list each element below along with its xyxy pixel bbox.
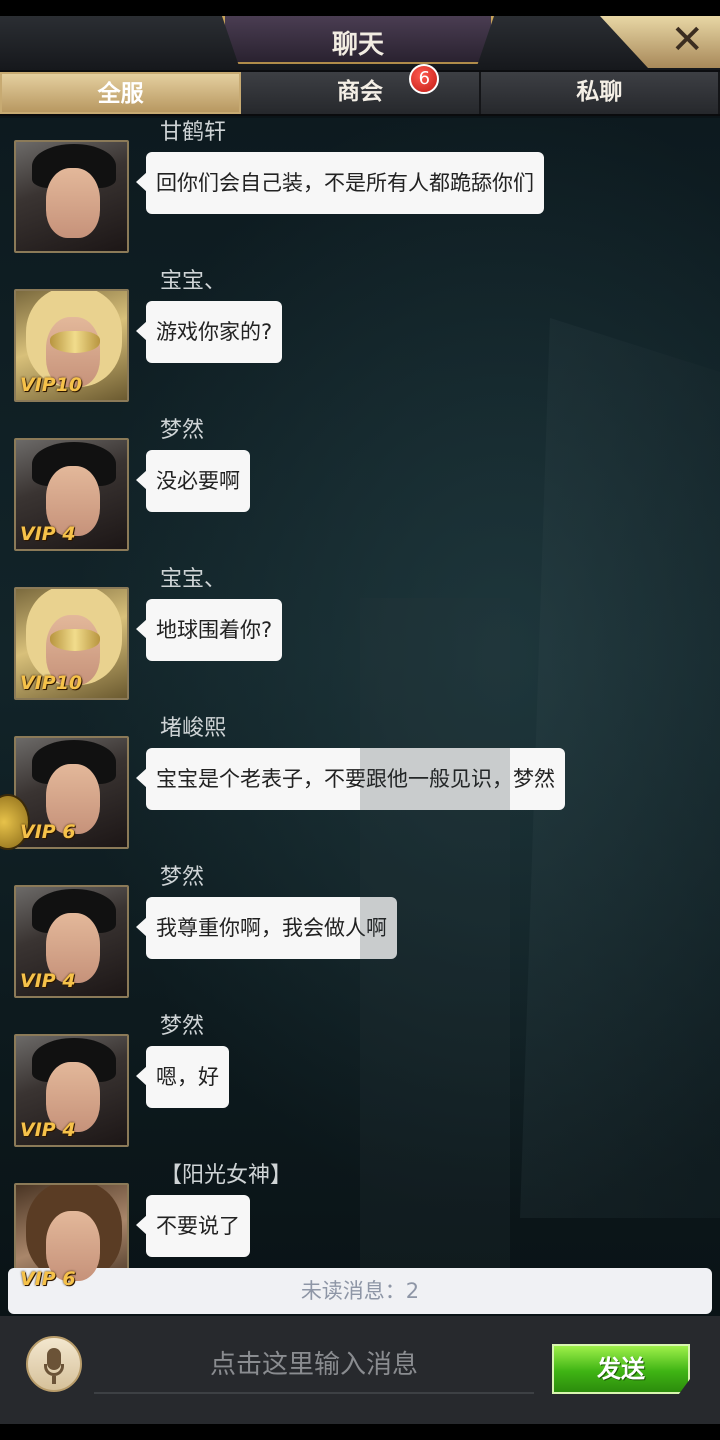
unread-badge: 6 [409, 64, 440, 94]
chat-message: VIP 4 梦然 没必要啊 [0, 416, 720, 565]
close-button[interactable]: ✕ [600, 16, 720, 68]
sender-name: 堵峻熙 [160, 716, 227, 741]
status-bar [0, 0, 720, 16]
chat-message: VIP 4 梦然 嗯，好 [0, 1012, 720, 1161]
avatar[interactable]: VIP 4 [14, 438, 129, 551]
tab-server[interactable]: 全服 [0, 72, 242, 114]
tab-label: 商会 [336, 79, 383, 105]
vip-badge: VIP 6 [20, 821, 76, 843]
vip-badge: VIP 6 [20, 1268, 76, 1290]
tab-label: 全服 [97, 81, 144, 107]
chat-input-bar: 发送 [0, 1316, 720, 1424]
avatar-mask [50, 331, 100, 353]
unread-messages-bar[interactable]: 未读消息：2 [8, 1268, 712, 1314]
message-bubble: 地球围着你? [135, 599, 283, 661]
tab-private[interactable]: 私聊 [480, 72, 720, 114]
sender-name: 宝宝、 [160, 567, 227, 592]
message-bubble: 游戏你家的? [135, 301, 283, 363]
page-title: 聊天 [331, 30, 384, 60]
microphone-icon[interactable] [26, 1336, 82, 1392]
chat-message: 甘鹤轩 回你们会自己装，不是所有人都跪舔你们 [0, 118, 720, 267]
sender-name: 梦然 [160, 1014, 205, 1039]
sender-name: 甘鹤轩 [160, 120, 227, 145]
sender-name: 宝宝、 [160, 269, 227, 294]
mic-base [52, 1376, 56, 1384]
mic-stand [44, 1364, 64, 1376]
chat-header: 聊天 ✕ [0, 16, 720, 72]
sender-name: 梦然 [160, 418, 205, 443]
chat-message: VIP 6 堵峻熙 宝宝是个老表子，不要跟他一般见识，梦然 [0, 714, 720, 863]
message-bubble: 嗯，好 [136, 1046, 229, 1108]
sender-name: 【阳光女神】 [160, 1163, 293, 1188]
avatar-mask [50, 629, 100, 651]
message-bubble: 不要说了 [136, 1195, 250, 1257]
chat-message-list[interactable]: 甘鹤轩 回你们会自己装，不是所有人都跪舔你们 VIP10 宝宝、 游戏你家的? … [0, 118, 720, 1316]
avatar[interactable]: VIP 4 [14, 885, 129, 998]
vip-badge: VIP 4 [20, 523, 76, 545]
vip-badge: VIP10 [20, 672, 83, 694]
message-input[interactable] [94, 1338, 534, 1394]
tab-label: 私聊 [576, 79, 623, 105]
avatar[interactable]: VIP 6 [14, 736, 129, 849]
vip-badge: VIP 4 [20, 970, 76, 992]
chat-message: VIP 4 梦然 我尊重你啊，我会做人啊 [0, 863, 720, 1012]
sender-name: 梦然 [160, 865, 205, 890]
avatar-face [46, 168, 100, 238]
send-button[interactable]: 发送 [552, 1344, 690, 1394]
chat-message: VIP10 宝宝、 游戏你家的? [0, 267, 720, 416]
avatar[interactable] [14, 140, 129, 253]
chat-tabs: 全服 商会 6 私聊 [0, 64, 720, 116]
chat-message: VIP10 宝宝、 地球围着你? [0, 565, 720, 714]
vip-badge: VIP10 [20, 374, 83, 396]
vip-badge: VIP 4 [20, 1119, 76, 1141]
message-bubble: 宝宝是个老表子，不要跟他一般见识，梦然 [136, 748, 565, 810]
close-icon: ✕ [670, 17, 704, 63]
avatar[interactable]: VIP 4 [14, 1034, 129, 1147]
message-bubble: 没必要啊 [136, 450, 250, 512]
title-plate: 聊天 [222, 16, 494, 64]
message-bubble: 回你们会自己装，不是所有人都跪舔你们 [136, 152, 544, 214]
nav-bar-strip [0, 1424, 720, 1440]
message-bubble: 我尊重你啊，我会做人啊 [136, 897, 397, 959]
tab-guild[interactable]: 商会 6 [241, 64, 481, 114]
avatar[interactable]: VIP10 [14, 289, 129, 402]
avatar[interactable]: VIP10 [14, 587, 129, 700]
